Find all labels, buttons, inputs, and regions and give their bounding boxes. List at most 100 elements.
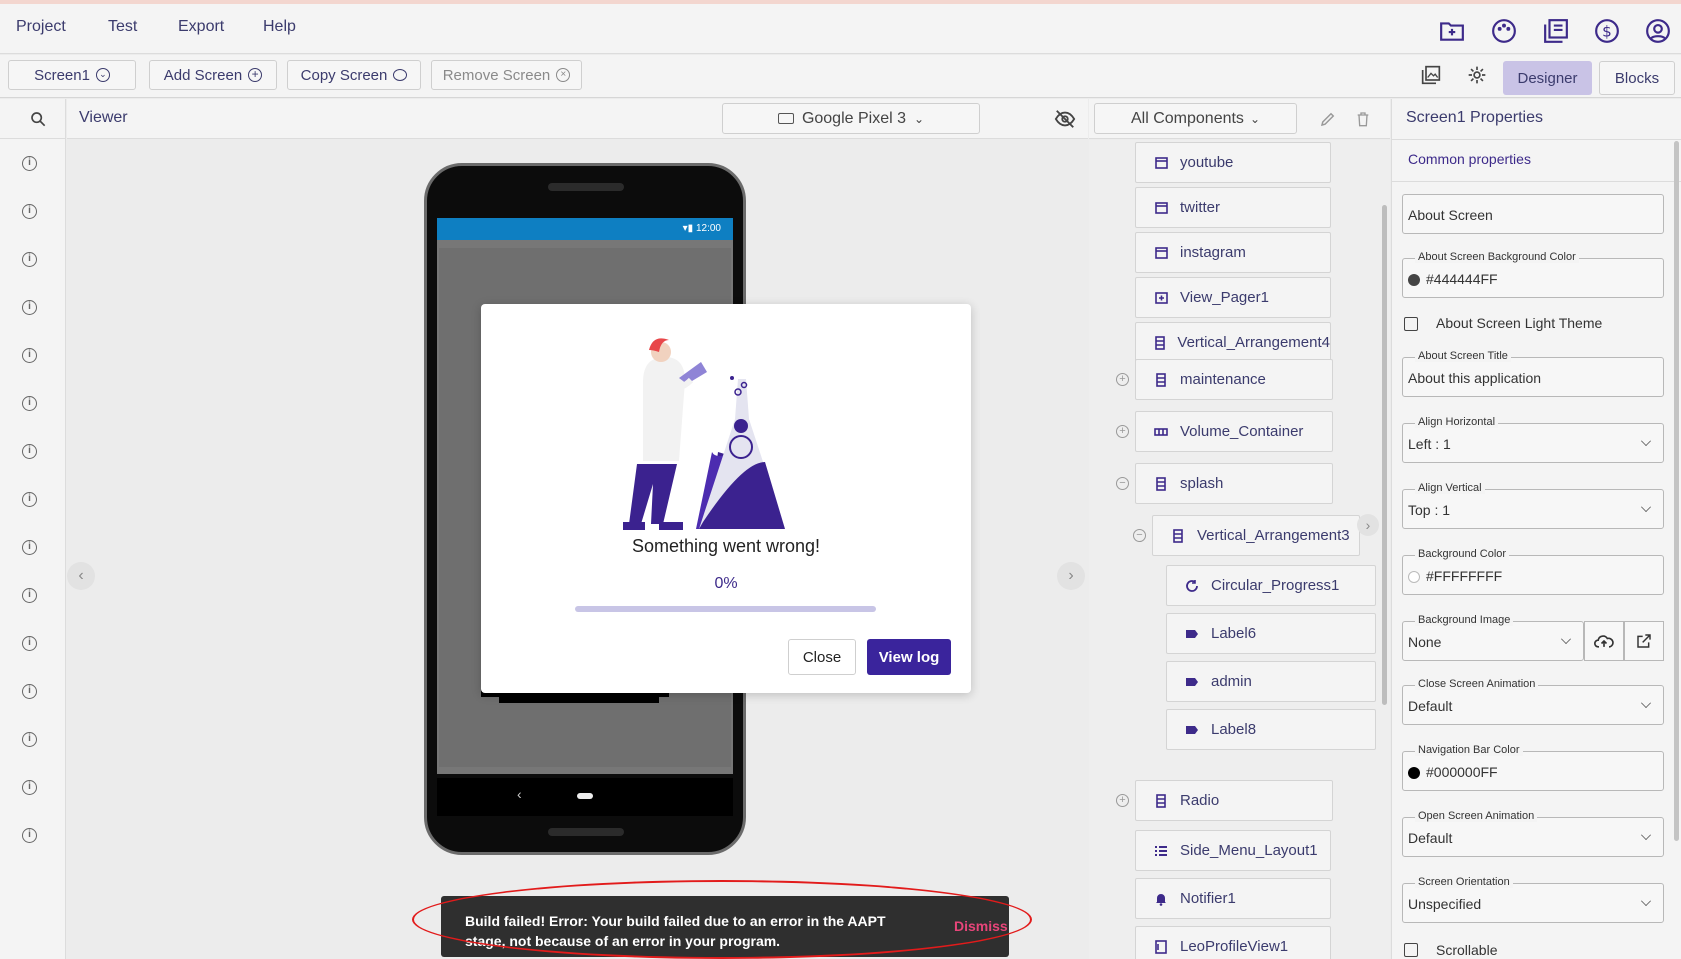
library-icon[interactable] <box>1543 18 1569 44</box>
open-animation-select[interactable]: Open Screen Animation Default <box>1402 810 1664 857</box>
dollar-icon[interactable]: $ <box>1594 18 1620 44</box>
blocks-tab[interactable]: Blocks <box>1599 61 1675 95</box>
align-horizontal-select[interactable]: Align Horizontal Left : 1 <box>1402 416 1664 463</box>
color-value: #000000FF <box>1426 764 1498 780</box>
tree-node-maintenance[interactable]: maintenance <box>1135 359 1333 400</box>
visibility-off-icon[interactable] <box>1054 108 1076 130</box>
align-vertical-select[interactable]: Align Vertical Top : 1 <box>1402 482 1664 529</box>
info-icon[interactable]: i <box>22 396 37 411</box>
tree-node-label6[interactable]: Label6 <box>1166 613 1376 654</box>
tree-node-label: admin <box>1211 673 1252 690</box>
info-icon[interactable]: i <box>22 540 37 555</box>
tree-node-twitter[interactable]: twitter <box>1135 187 1331 228</box>
light-theme-checkbox[interactable] <box>1404 317 1418 331</box>
edit-icon[interactable] <box>1319 110 1337 128</box>
info-icon[interactable]: i <box>22 204 37 219</box>
tree-node-admin[interactable]: admin <box>1166 661 1376 702</box>
info-icon[interactable]: i <box>22 444 37 459</box>
components-header: All Components ⌄ <box>1089 99 1390 139</box>
chevron-down-icon <box>1561 634 1571 644</box>
component-tree: youtube twitter instagram View_Pager1 Ve… <box>1089 140 1390 959</box>
window-icon <box>1154 246 1168 260</box>
tree-node-leoprofileview1[interactable]: LeoProfileView1 <box>1135 926 1331 959</box>
menu-export[interactable]: Export <box>178 18 224 36</box>
close-button[interactable]: Close <box>788 639 856 675</box>
about-screen-title-field[interactable]: About Screen Title About this application <box>1402 350 1664 397</box>
chevron-right-icon[interactable]: › <box>1357 514 1379 536</box>
tree-node-splash[interactable]: splash <box>1135 463 1333 504</box>
chevron-left-icon[interactable]: ‹ <box>67 562 95 590</box>
background-image-select[interactable]: Background Image None <box>1402 614 1584 661</box>
field-label: Background Color <box>1415 548 1510 560</box>
window-icon <box>1154 201 1168 215</box>
info-icon[interactable]: i <box>22 588 37 603</box>
copy-icon <box>393 69 408 81</box>
close-animation-select[interactable]: Close Screen Animation Default <box>1402 678 1664 725</box>
device-select[interactable]: Google Pixel 3 ⌄ <box>722 103 980 134</box>
navigation-bar-color-field[interactable]: Navigation Bar Color #000000FF <box>1402 744 1664 791</box>
gallery-icon[interactable] <box>1421 65 1441 85</box>
collapse-toggle-icon[interactable]: − <box>1116 477 1129 490</box>
upload-button[interactable] <box>1584 621 1624 661</box>
tree-node-youtube[interactable]: youtube <box>1135 142 1331 183</box>
tree-node-radio[interactable]: Radio <box>1135 780 1333 821</box>
info-icon[interactable]: i <box>22 156 37 171</box>
tree-node-label: instagram <box>1180 244 1246 261</box>
tree-node-notifier1[interactable]: Notifier1 <box>1135 878 1331 919</box>
folder-icon[interactable] <box>1439 18 1465 44</box>
about-screen-bg-color-field[interactable]: About Screen Background Color #444444FF <box>1402 251 1664 298</box>
info-icon[interactable]: i <box>22 348 37 363</box>
tree-node-side-menu-layout1[interactable]: Side_Menu_Layout1 <box>1135 830 1331 871</box>
expand-toggle-icon[interactable]: + <box>1116 373 1129 386</box>
info-icon[interactable]: i <box>22 300 37 315</box>
account-icon[interactable] <box>1645 18 1671 44</box>
screen-orientation-select[interactable]: Screen Orientation Unspecified <box>1402 876 1664 923</box>
info-icon[interactable]: i <box>22 252 37 267</box>
info-icon[interactable]: i <box>22 684 37 699</box>
palette-icon[interactable] <box>1491 18 1517 44</box>
search-icon[interactable] <box>30 111 46 127</box>
expand-toggle-icon[interactable]: + <box>1116 794 1129 807</box>
info-icon[interactable]: i <box>22 732 37 747</box>
tree-node-volume-container[interactable]: Volume_Container <box>1135 411 1333 452</box>
menu-project[interactable]: Project <box>16 18 66 36</box>
designer-tab[interactable]: Designer <box>1503 61 1592 95</box>
tree-scrollbar[interactable] <box>1382 205 1387 705</box>
delete-icon[interactable] <box>1355 110 1371 128</box>
tree-node-vertical-arrangement4[interactable]: Vertical_Arrangement4 <box>1135 322 1331 363</box>
field-label: Align Horizontal <box>1415 416 1499 428</box>
info-icon[interactable]: i <box>22 780 37 795</box>
tree-node-vertical-arrangement3[interactable]: Vertical_Arrangement3 <box>1152 515 1360 556</box>
cloud-upload-icon <box>1594 635 1614 648</box>
info-icon[interactable]: i <box>22 828 37 843</box>
screen-select[interactable]: Screen1 ⌄ <box>8 60 136 90</box>
add-screen-button[interactable]: Add Screen + <box>149 60 277 90</box>
background-color-field[interactable]: Background Color #FFFFFFFF <box>1402 548 1664 595</box>
open-external-button[interactable] <box>1624 621 1664 661</box>
vertical-arrangement-icon <box>1154 335 1165 350</box>
component-filter-select[interactable]: All Components ⌄ <box>1094 103 1297 134</box>
tree-node-circular-progress1[interactable]: Circular_Progress1 <box>1166 565 1376 606</box>
collapse-toggle-icon[interactable]: − <box>1133 529 1146 542</box>
info-icon[interactable]: i <box>22 492 37 507</box>
gear-icon[interactable] <box>1467 65 1487 85</box>
info-icon[interactable]: i <box>22 636 37 651</box>
about-screen-field[interactable]: About Screen <box>1402 194 1664 234</box>
profile-icon <box>1154 939 1168 954</box>
menu-help[interactable]: Help <box>263 18 296 36</box>
properties-scrollbar[interactable] <box>1674 141 1679 841</box>
tree-node-label8[interactable]: Label8 <box>1166 709 1376 750</box>
view-log-button[interactable]: View log <box>867 639 951 675</box>
vertical-arrangement-icon <box>1171 528 1185 543</box>
tree-node-label: Vertical_Arrangement3 <box>1197 527 1350 544</box>
remove-screen-button[interactable]: Remove Screen × <box>431 60 582 90</box>
chevron-right-icon[interactable]: › <box>1057 562 1085 590</box>
common-properties-tab[interactable]: Common properties <box>1408 151 1531 167</box>
copy-screen-button[interactable]: Copy Screen <box>287 60 421 90</box>
tree-node-instagram[interactable]: instagram <box>1135 232 1331 273</box>
scrollable-checkbox[interactable] <box>1404 943 1418 957</box>
tree-node-view-pager1[interactable]: View_Pager1 <box>1135 277 1331 318</box>
menu-test[interactable]: Test <box>108 18 137 36</box>
expand-toggle-icon[interactable]: + <box>1116 425 1129 438</box>
back-nav-icon: ‹ <box>517 786 522 802</box>
